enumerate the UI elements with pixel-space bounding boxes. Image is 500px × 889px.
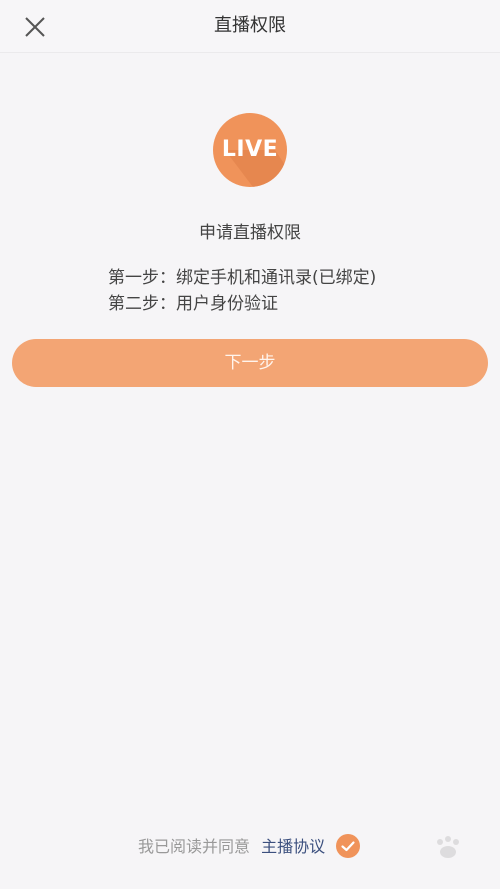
header-bar: 直播权限 [0, 0, 500, 53]
agreement-checkbox[interactable] [336, 833, 361, 858]
agreement-row: 我已阅读并同意 主播协议 [138, 833, 361, 861]
check-circle-icon [341, 840, 355, 851]
step-two: 第二步：用户身份验证 [108, 294, 278, 314]
step-one: 第一步：绑定手机和通讯录(已绑定) [108, 268, 377, 288]
anchor-agreement-link[interactable]: 主播协议 [261, 837, 325, 856]
watermark-logo [360, 833, 480, 867]
steps-list: 第一步：绑定手机和通讯录(已绑定) 第二步：用户身份验证 [108, 265, 376, 317]
live-logo: LIVE [213, 113, 287, 187]
agreement-prefix: 我已阅读并同意 [138, 837, 251, 856]
apply-title: 申请直播权限 [199, 223, 301, 243]
page-title: 直播权限 [214, 15, 286, 36]
next-step-button[interactable]: 下一步 [12, 339, 488, 387]
live-logo-text: LIVE [221, 137, 279, 162]
